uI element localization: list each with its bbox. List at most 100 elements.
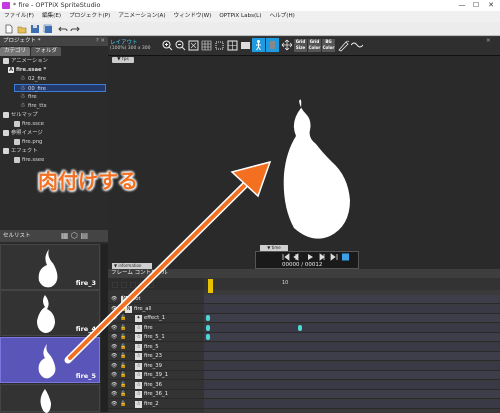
fps-tab[interactable]: ▼ fps xyxy=(112,57,134,63)
new-file-icon[interactable] xyxy=(4,24,14,34)
save-icon[interactable] xyxy=(30,24,40,34)
layer-row[interactable]: 👁 🔓 ☃ fire_23 xyxy=(108,352,204,361)
layer-row[interactable]: 👁 🔓 ✦ effect_1 xyxy=(108,314,204,323)
grid-size-button[interactable]: Grid Size xyxy=(294,39,307,52)
minimize-button[interactable]: — xyxy=(457,1,467,10)
visibility-icon[interactable]: 👁 xyxy=(111,362,117,371)
visibility-icon[interactable]: 👁 xyxy=(111,305,117,314)
layer-row[interactable]: 👁 🔓 ☃ fire_39_1 xyxy=(108,371,204,380)
tree-item-effect-folder[interactable]: エフェクト xyxy=(3,147,38,155)
visibility-icon[interactable]: 👁 xyxy=(111,333,117,342)
open-folder-icon[interactable] xyxy=(17,24,27,34)
layer-row[interactable]: 👁 🔓 ☃ fire_36 xyxy=(108,381,204,390)
bg-color-button[interactable]: BG Color xyxy=(322,39,335,52)
visibility-icon[interactable]: 👁 xyxy=(111,400,117,409)
timeline-ruler[interactable]: 10 xyxy=(204,278,500,293)
lock-icon[interactable]: 🔓 xyxy=(120,352,126,361)
fit-view-icon[interactable] xyxy=(188,40,199,51)
timeline-row[interactable] xyxy=(204,371,500,380)
pen-curve-icon[interactable] xyxy=(337,39,350,52)
tab-folder[interactable]: フォルダ xyxy=(31,47,62,56)
keyframe-marker[interactable] xyxy=(206,324,210,331)
layer-row[interactable]: 👁 🔓 ☃ fire_5 xyxy=(108,343,204,352)
cell-item-fire-4[interactable]: fire_4 xyxy=(0,290,100,336)
layer-row[interactable]: 👁 🔓 ☃ fire_39 xyxy=(108,362,204,371)
layer-row[interactable]: 👁 🔓 Nfire_all xyxy=(108,305,204,314)
save-all-icon[interactable] xyxy=(43,24,53,34)
cell-item-fire-3[interactable]: fire_3 xyxy=(0,244,100,290)
keyframe-marker[interactable] xyxy=(206,315,210,321)
menu-labs[interactable]: OPTPiX Labs(L) xyxy=(219,11,261,22)
cell-view-icon[interactable]: ▦ ⬡ ▤ xyxy=(61,230,88,242)
flame-sprite[interactable] xyxy=(272,96,354,241)
lock-icon[interactable]: 🔓 xyxy=(120,314,126,323)
visibility-icon[interactable]: 👁 xyxy=(111,343,117,352)
tree-item-02-fire[interactable]: ☃ 02_fire xyxy=(20,75,46,83)
tab-category[interactable]: カテゴリ xyxy=(0,47,31,56)
timeline-row[interactable] xyxy=(204,323,500,333)
cell-item-fire-5[interactable]: fire_5 xyxy=(0,337,100,383)
visibility-icon[interactable]: 👁 xyxy=(111,314,117,323)
lock-icon[interactable]: 🔓 xyxy=(120,362,126,371)
close-button[interactable]: ✕ xyxy=(486,1,496,10)
undo-icon[interactable] xyxy=(58,24,68,34)
keyframe-marker[interactable] xyxy=(206,334,210,340)
bounds-icon[interactable] xyxy=(214,40,225,51)
layer-row[interactable]: 👁 🔓 ☃ fire_2 xyxy=(108,400,204,409)
menu-animation[interactable]: アニメーション(A) xyxy=(118,11,165,22)
tree-item-fire-ssee[interactable]: fire.ssee xyxy=(14,156,44,164)
menu-edit[interactable]: 編集(E) xyxy=(42,11,61,22)
keyframe-marker[interactable] xyxy=(298,324,302,331)
layer-row[interactable]: 👁 🔓 ☃ fire_36_1 xyxy=(108,390,204,399)
transport-icons[interactable] xyxy=(280,253,350,261)
tree-item-fire-png[interactable]: fire.png xyxy=(14,138,42,146)
timeline-row[interactable] xyxy=(204,399,500,409)
move-icon[interactable] xyxy=(281,39,293,51)
tree-item-fire-ttx[interactable]: ☃ fire_ttx xyxy=(20,102,47,110)
maximize-button[interactable]: ☐ xyxy=(471,1,481,10)
timeline-row[interactable] xyxy=(204,342,500,352)
grid-color-button[interactable]: Grid Color xyxy=(308,39,321,52)
menu-window[interactable]: ウィンドウ(W) xyxy=(174,11,212,22)
lock-icon[interactable]: 🔓 xyxy=(120,371,126,380)
tree-item-fire-ssae[interactable]: Afire.ssae * xyxy=(8,66,46,74)
layer-row[interactable]: 👁🔓Nroot xyxy=(108,295,204,304)
layer-tools-icon[interactable]: ⬚ ⬚ ⬚ ⬚ ⬚ xyxy=(112,281,154,289)
tree-item-cellmap-folder[interactable]: セルマップ xyxy=(3,111,38,119)
menu-file[interactable]: ファイル(F) xyxy=(4,11,34,22)
timeline-row[interactable] xyxy=(204,352,500,361)
timeline-row[interactable] xyxy=(204,295,500,304)
lock-icon[interactable]: 🔓 xyxy=(120,324,126,333)
menu-project[interactable]: プロジェクト(P) xyxy=(69,11,110,22)
timeline-row[interactable] xyxy=(204,361,500,371)
panel-close-icon[interactable]: ? ✕ xyxy=(96,37,105,46)
tree-item-00-fire[interactable]: ☃ 00_fire xyxy=(14,84,106,92)
background-icon[interactable] xyxy=(240,40,251,51)
zoom-out-icon[interactable] xyxy=(175,40,186,51)
doc-mode-icon[interactable] xyxy=(266,38,279,52)
lock-icon[interactable]: 🔓 xyxy=(120,333,126,342)
timeline-row[interactable] xyxy=(204,304,500,314)
visibility-icon[interactable]: 👁 xyxy=(111,352,117,361)
grid-icon[interactable] xyxy=(201,40,212,51)
redo-icon[interactable] xyxy=(70,24,80,34)
wave-icon[interactable] xyxy=(351,41,363,49)
cell-list-scrollbar[interactable] xyxy=(101,244,108,412)
origin-icon[interactable] xyxy=(227,40,238,51)
tree-item-fire[interactable]: ☃ fire xyxy=(20,93,37,101)
tree-item-reference-folder[interactable]: 参照イメージ xyxy=(3,129,43,137)
playhead-marker[interactable] xyxy=(208,279,213,293)
lock-icon[interactable]: 🔓 xyxy=(120,381,126,390)
visibility-icon[interactable]: 👁 xyxy=(111,295,117,304)
tree-item-animation-folder[interactable]: アニメーション xyxy=(3,57,48,65)
timeline-row[interactable] xyxy=(204,380,500,390)
visibility-icon[interactable]: 👁 xyxy=(111,390,117,399)
cell-item-partial[interactable] xyxy=(0,384,100,413)
layer-row[interactable]: 👁 🔓 ☃ fire xyxy=(108,324,204,333)
visibility-icon[interactable]: 👁 xyxy=(111,371,117,380)
lock-icon[interactable]: 🔓 xyxy=(120,400,126,409)
lock-icon[interactable]: 🔓 xyxy=(120,390,126,399)
menu-help[interactable]: ヘルプ(H) xyxy=(269,11,294,22)
timeline-row[interactable] xyxy=(204,390,500,399)
timeline-row[interactable] xyxy=(204,314,500,323)
